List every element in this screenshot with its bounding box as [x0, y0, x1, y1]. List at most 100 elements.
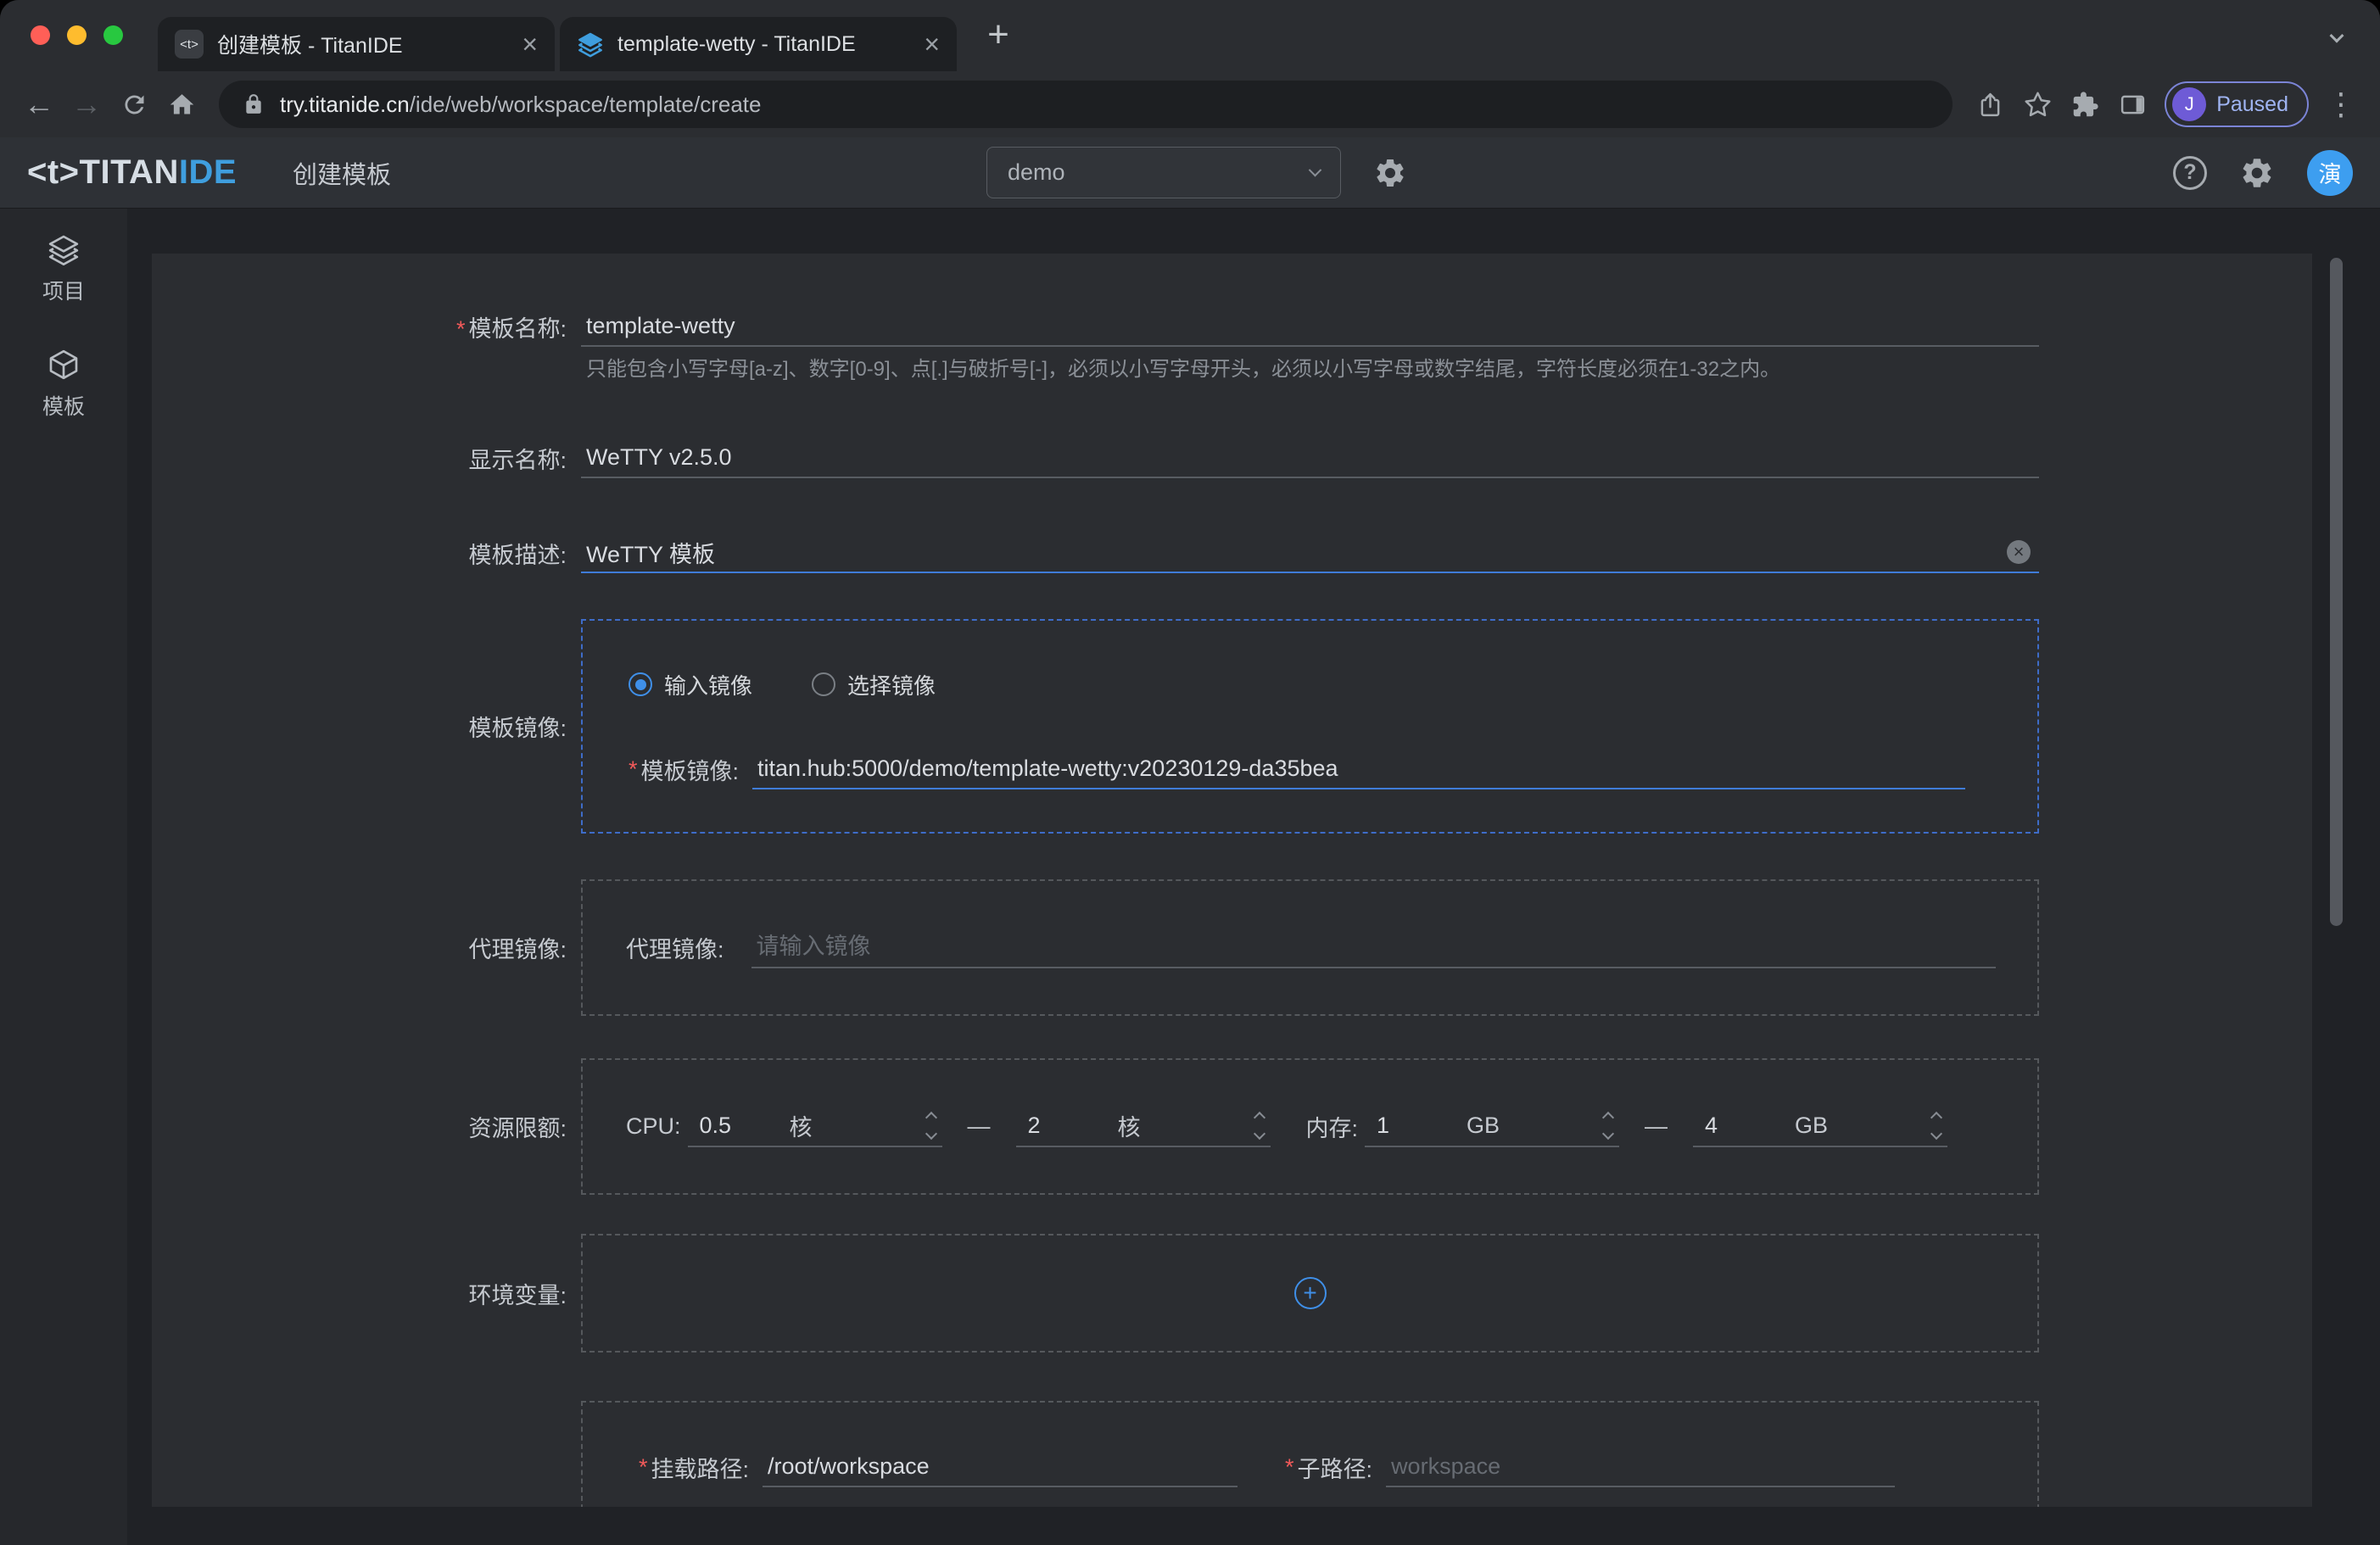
required-asterisk: *: [639, 1454, 648, 1481]
browser-window: <t> 创建模板 - TitanIDE × template-wetty - T…: [0, 0, 2380, 1545]
template-name-input[interactable]: [581, 313, 2039, 339]
template-image-group: 输入镜像 选择镜像 * 模板镜像:: [581, 619, 2039, 834]
field-label: 显示名称:: [152, 442, 581, 475]
mount-path-label: 挂载路径:: [651, 1451, 750, 1484]
description-input[interactable]: [581, 539, 2007, 566]
logo-titan: TITAN: [80, 153, 179, 192]
mem-min-stepper[interactable]: [1604, 1113, 1619, 1138]
lock-icon: [243, 93, 265, 115]
field-label: 资源限额:: [152, 1110, 581, 1143]
close-window-button[interactable]: [31, 25, 50, 45]
workspace-settings-button[interactable]: [1373, 156, 1407, 190]
template-name-help: 只能包含小写字母[a-z]、数字[0-9]、点[.]与破折号[-]，必须以小写字…: [581, 352, 2074, 382]
settings-button[interactable]: [2239, 155, 2275, 191]
display-name-input[interactable]: [581, 444, 2039, 471]
back-button[interactable]: ←: [15, 81, 63, 128]
new-tab-button[interactable]: +: [977, 14, 1020, 56]
template-name-underline: [581, 306, 2039, 347]
radio-input-image[interactable]: [629, 672, 652, 696]
tab-strip: <t> 创建模板 - TitanIDE × template-wetty - T…: [0, 0, 2380, 71]
side-nav: 项目 模板: [0, 209, 127, 1545]
home-button[interactable]: [158, 81, 205, 128]
cpu-min-stepper[interactable]: [927, 1113, 942, 1138]
close-tab-icon[interactable]: ×: [924, 31, 940, 58]
form-row-env-vars: 环境变量: +: [152, 1234, 2312, 1353]
reload-icon: [120, 91, 148, 119]
gear-icon: [2239, 155, 2275, 191]
field-label: 代理镜像:: [152, 931, 581, 964]
user-avatar[interactable]: 演: [2307, 150, 2353, 196]
radio-select-image[interactable]: [812, 672, 835, 696]
proxy-image-group: 代理镜像:: [581, 879, 2039, 1016]
workspace-select[interactable]: demo: [986, 147, 1341, 198]
logo-bracket: <t>: [27, 153, 80, 192]
cpu-max-stepper[interactable]: [1255, 1113, 1271, 1138]
required-asterisk: *: [1285, 1454, 1294, 1481]
radio-input-image-label[interactable]: 输入镜像: [664, 669, 752, 700]
side-panel-button[interactable]: [2109, 81, 2156, 128]
sidebar-item-label: 模板: [42, 390, 85, 421]
sidebar-item-label: 项目: [42, 275, 85, 305]
sidebar-item-templates[interactable]: 模板: [42, 348, 85, 421]
tab-create-template[interactable]: <t> 创建模板 - TitanIDE ×: [158, 17, 555, 71]
field-label: 模板描述:: [152, 537, 581, 570]
header-right: ? 演: [2173, 150, 2353, 196]
form-row-template-name: *模板名称:: [152, 306, 2312, 347]
titanide-logo: <t>TITANIDE: [27, 153, 237, 192]
titanide-favicon: <t>: [175, 30, 204, 59]
form-row-description: 模板描述: ×: [152, 533, 2312, 573]
resource-quota-group: CPU: 核 — 核 内存:: [581, 1058, 2039, 1195]
proxy-underline: [751, 928, 1996, 968]
share-button[interactable]: [1966, 81, 2014, 128]
mem-min-input[interactable]: [1365, 1113, 1467, 1139]
tab-search-chevron-icon[interactable]: [2324, 25, 2349, 51]
mem-max-stepper[interactable]: [1932, 1113, 1947, 1138]
help-button[interactable]: ?: [2173, 156, 2207, 190]
gear-icon: [1373, 156, 1407, 190]
cpu-min-box: 核: [688, 1107, 942, 1147]
form-row-mount: * 挂载路径: * 子路径:: [152, 1401, 2312, 1507]
add-env-var-button[interactable]: +: [1294, 1277, 1327, 1309]
browser-menu-button[interactable]: ⋮: [2317, 81, 2365, 128]
bookmark-star-button[interactable]: [2014, 81, 2061, 128]
sub-path-input[interactable]: [1386, 1453, 1895, 1480]
radio-select-image-label[interactable]: 选择镜像: [847, 669, 936, 700]
extensions-button[interactable]: [2061, 81, 2109, 128]
cpu-max-input[interactable]: [1016, 1113, 1118, 1139]
url-path: /ide/web/workspace/template/create: [410, 92, 762, 117]
template-image-input[interactable]: [752, 756, 1965, 782]
minimize-window-button[interactable]: [67, 25, 87, 45]
reload-button[interactable]: [110, 81, 158, 128]
mem-max-input[interactable]: [1693, 1113, 1795, 1139]
close-tab-icon[interactable]: ×: [522, 31, 538, 58]
url-domain: try.titanide.cn: [280, 92, 410, 117]
mem-max-unit: GB: [1795, 1113, 1828, 1139]
vertical-scrollbar[interactable]: [2330, 258, 2343, 926]
address-bar[interactable]: try.titanide.cn/ide/web/workspace/templa…: [219, 81, 1953, 128]
tab-template-wetty[interactable]: template-wetty - TitanIDE ×: [560, 17, 957, 71]
mount-path-underline: [763, 1447, 1237, 1487]
star-icon: [2024, 91, 2052, 119]
fullscreen-window-button[interactable]: [103, 25, 123, 45]
mem-min-unit: GB: [1467, 1113, 1500, 1139]
share-icon: [1976, 91, 2004, 119]
sidebar-item-projects[interactable]: 项目: [42, 232, 85, 305]
create-template-form-panel: *模板名称: 只能包含小写字母[a-z]、数字[0-9]、点[.]与破折号[-]…: [152, 254, 2312, 1507]
image-underline: [752, 749, 1965, 789]
required-asterisk: *: [456, 316, 466, 342]
cpu-min-unit: 核: [790, 1109, 813, 1142]
puzzle-icon: [2071, 91, 2099, 119]
mount-path-input[interactable]: [763, 1453, 1237, 1480]
profile-chip[interactable]: J Paused: [2165, 81, 2309, 127]
cpu-min-input[interactable]: [688, 1113, 790, 1139]
clear-input-icon[interactable]: ×: [2007, 540, 2031, 564]
display-name-underline: [581, 438, 2039, 478]
forward-button[interactable]: →: [63, 81, 110, 128]
proxy-image-input[interactable]: [751, 934, 1996, 960]
profile-status-label: Paused: [2216, 92, 2288, 117]
range-dash: —: [968, 1113, 991, 1140]
layers-icon: [47, 232, 81, 266]
url-text: try.titanide.cn/ide/web/workspace/templa…: [280, 92, 761, 118]
sub-path-label: 子路径:: [1298, 1451, 1373, 1484]
main-content: *模板名称: 只能包含小写字母[a-z]、数字[0-9]、点[.]与破折号[-]…: [127, 209, 2380, 1545]
